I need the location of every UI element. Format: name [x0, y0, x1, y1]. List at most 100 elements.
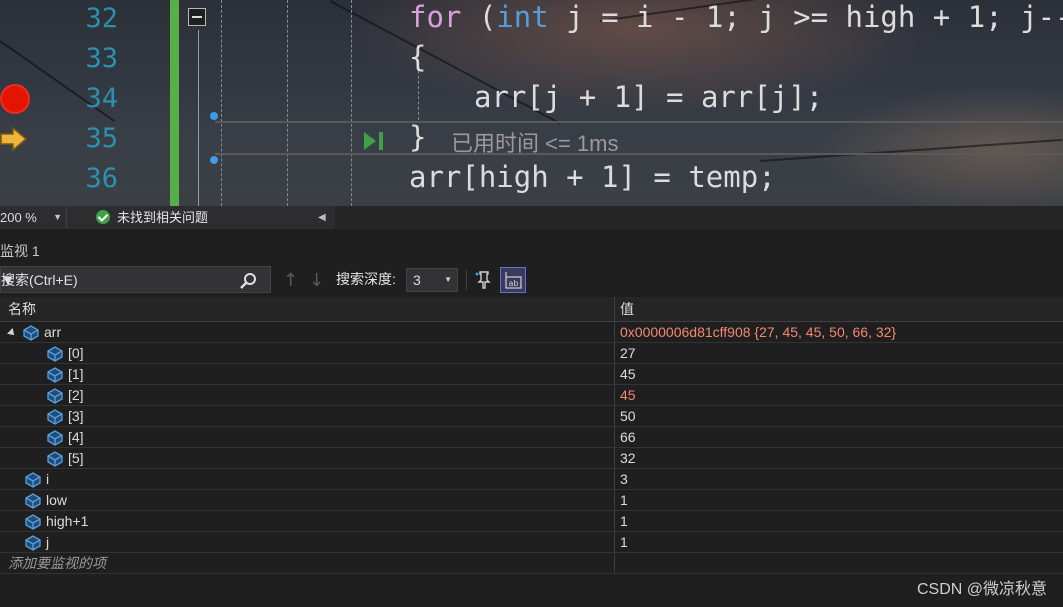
watch-row[interactable]: [5] 32: [0, 447, 1063, 469]
watch-name-cell[interactable]: [5]: [0, 447, 615, 469]
watch-value[interactable]: 45: [614, 384, 1063, 406]
search-depth-label: 搜索深度:: [336, 271, 396, 287]
watch-value[interactable]: 1: [614, 531, 1063, 553]
chevron-down-icon: ▼: [444, 275, 452, 284]
variable-icon: [23, 324, 39, 341]
watermark: CSDN @微凉秋意: [916, 581, 1047, 598]
watch-name: i: [46, 470, 50, 487]
watch-name-cell[interactable]: j: [0, 531, 615, 553]
watch-window: 监视 1 搜索(Ctrl+E) ▼ ↑ ↓ 搜索深度: 3 ▼ ab 名称 值: [0, 229, 1063, 607]
current-line-highlight: [215, 121, 1063, 155]
code-text: j = i - 1; j >= high + 1; j--): [548, 0, 1063, 34]
variable-icon: [25, 492, 41, 509]
chevron-down-icon[interactable]: ▼: [1, 267, 15, 294]
zoom-dropdown[interactable]: 200 % ▼: [0, 206, 67, 229]
code-line: }: [409, 120, 426, 154]
search-icon[interactable]: [239, 272, 257, 290]
search-next-icon[interactable]: ↓: [309, 270, 324, 291]
watch-row[interactable]: low 1: [0, 489, 1063, 511]
indent-guide: [351, 0, 352, 206]
watch-name-cell[interactable]: low: [0, 489, 615, 511]
watch-table: 名称 值 arr 0x0000006d81cff908 {27, 45, 45, …: [0, 297, 1063, 574]
run-to-click-icon[interactable]: [362, 130, 388, 152]
keyword: for: [409, 0, 462, 34]
variable-icon: [47, 366, 63, 383]
zoom-level: 200 %: [0, 210, 37, 225]
watch-row[interactable]: [0] 27: [0, 342, 1063, 364]
watch-row[interactable]: i3: [0, 468, 1063, 490]
watch-value[interactable]: 45: [614, 363, 1063, 385]
code-text: arr[high + 1] = temp;: [409, 160, 776, 194]
add-watch-row[interactable]: 添加要监视的项: [0, 552, 1063, 574]
watch-name-cell[interactable]: [3]: [0, 405, 615, 427]
scroll-left-icon[interactable]: ◀: [318, 206, 326, 229]
toolbar-separator: [466, 270, 467, 290]
code-text: (: [461, 0, 497, 34]
watch-name: [4]: [68, 428, 84, 445]
search-previous-icon[interactable]: ↑: [283, 270, 298, 291]
watch-value[interactable]: 0x0000006d81cff908 {27, 45, 45, 50, 66, …: [614, 321, 1063, 343]
watch-row[interactable]: [4] 66: [0, 426, 1063, 448]
horizontal-scrollbar[interactable]: [335, 206, 1063, 229]
watch-name-cell[interactable]: [1]: [0, 363, 615, 385]
code-text: }: [409, 120, 427, 154]
watch-name: [0]: [68, 344, 84, 361]
code-text: {: [409, 40, 427, 74]
watch-name: high+1: [46, 512, 89, 529]
pin-icon[interactable]: [474, 270, 494, 290]
watch-name-cell[interactable]: high+1: [0, 510, 615, 532]
watch-row[interactable]: [1] 45: [0, 363, 1063, 385]
chevron-down-icon: ▼: [53, 212, 62, 222]
current-statement-arrow-icon: [0, 126, 28, 152]
blue-marker: [210, 112, 218, 120]
code-line: for (int j = i - 1; j >= high + 1; j--): [409, 0, 1063, 34]
watch-name-cell[interactable]: [4]: [0, 426, 615, 448]
column-header-name[interactable]: 名称: [0, 297, 615, 322]
search-depth-value: 3: [413, 272, 421, 288]
watch-row[interactable]: high+1 1: [0, 510, 1063, 532]
watch-value[interactable]: 27: [614, 342, 1063, 364]
watch-name-cell[interactable]: [2]: [0, 384, 615, 406]
issues-status[interactable]: 未找到相关问题: [117, 206, 208, 229]
line-number: 34: [85, 83, 118, 114]
watch-title[interactable]: 监视 1: [0, 241, 40, 261]
watch-name-cell[interactable]: [0]: [0, 342, 615, 364]
editor-status-strip: 200 % ▼ 未找到相关问题 ◀: [0, 206, 1063, 229]
column-header-value[interactable]: 值: [614, 297, 1063, 322]
blue-marker: [210, 156, 218, 164]
hex-display-toggle[interactable]: ab: [500, 267, 526, 293]
watch-value[interactable]: 1: [614, 510, 1063, 532]
line-number: 33: [85, 43, 118, 74]
code-line: {: [409, 40, 426, 74]
watch-row[interactable]: [3] 50: [0, 405, 1063, 427]
perf-tip[interactable]: 已用时间 <= 1ms: [451, 126, 618, 158]
search-depth-select[interactable]: 3 ▼: [406, 268, 458, 292]
watch-row[interactable]: j1: [0, 531, 1063, 553]
search-input[interactable]: 搜索(Ctrl+E) ▼: [0, 266, 271, 293]
watch-name: arr: [44, 323, 62, 340]
add-watch-item[interactable]: 添加要监视的项: [0, 552, 615, 574]
variable-icon: [25, 513, 41, 530]
variable-icon: [47, 450, 63, 467]
watch-value[interactable]: 3: [614, 468, 1063, 490]
watch-name-cell[interactable]: arr: [0, 321, 615, 343]
variable-icon: [47, 387, 63, 404]
breakpoint-icon[interactable]: [0, 84, 30, 114]
indent-guide: [221, 0, 222, 206]
expand-triangle-icon[interactable]: [7, 327, 17, 338]
variable-icon: [25, 471, 41, 488]
watch-value[interactable]: 66: [614, 426, 1063, 448]
check-circle-icon: [96, 210, 110, 224]
keyword: int: [496, 0, 549, 34]
watch-row[interactable]: [2] 45: [0, 384, 1063, 406]
watch-name: [5]: [68, 449, 84, 466]
watch-value[interactable]: 32: [614, 447, 1063, 469]
collapse-toggle-icon[interactable]: [188, 8, 206, 26]
watch-name-cell[interactable]: i: [0, 468, 615, 490]
code-editor[interactable]: 32 33 34 35 36 for (int j = i - 1; j >= …: [0, 0, 1063, 206]
watch-name: [2]: [68, 386, 84, 403]
watch-value[interactable]: 1: [614, 489, 1063, 511]
watch-name: low: [46, 491, 68, 508]
watch-row[interactable]: arr 0x0000006d81cff908 {27, 45, 45, 50, 6…: [0, 321, 1063, 343]
watch-value[interactable]: 50: [614, 405, 1063, 427]
